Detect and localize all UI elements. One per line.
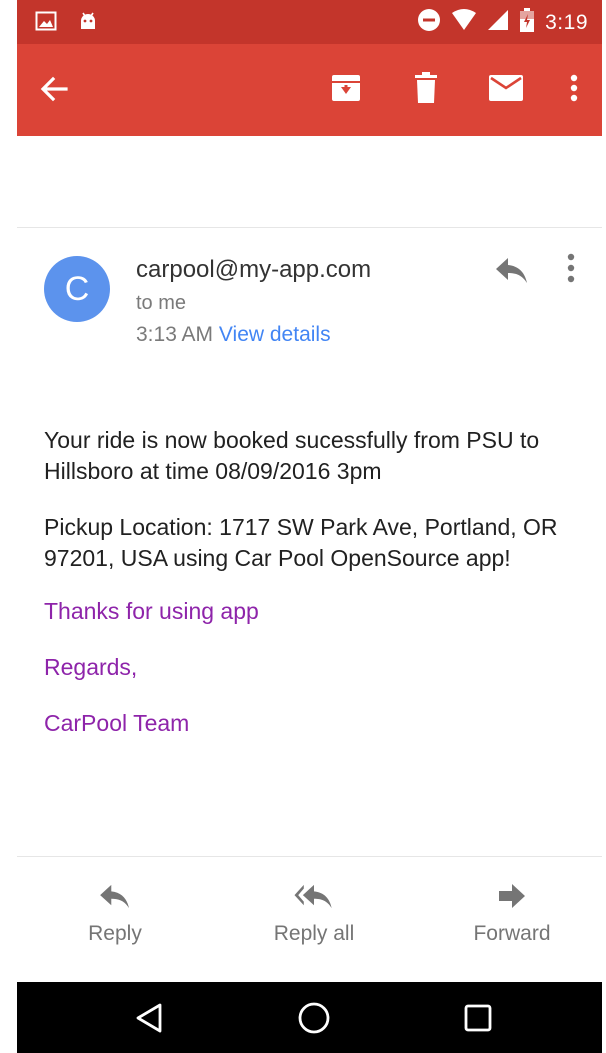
nav-recents-icon bbox=[463, 1003, 493, 1038]
reply-all-label: Reply all bbox=[273, 922, 355, 945]
delete-button[interactable] bbox=[386, 71, 466, 109]
recipient-label: to me bbox=[136, 292, 187, 314]
reply-all-button[interactable]: Reply all bbox=[224, 880, 404, 946]
status-time: 3:19 bbox=[545, 10, 588, 34]
nav-back-icon bbox=[134, 1002, 164, 1039]
nav-recents-button[interactable] bbox=[458, 1000, 498, 1040]
archive-button[interactable] bbox=[306, 72, 386, 108]
signal-icon bbox=[487, 9, 509, 36]
view-details-link[interactable]: View details bbox=[219, 323, 331, 346]
body-paragraph: Pickup Location: 1717 SW Park Ave, Portl… bbox=[44, 514, 558, 571]
more-options-button[interactable] bbox=[546, 72, 602, 108]
divider bbox=[17, 227, 602, 228]
back-button[interactable] bbox=[39, 74, 69, 109]
status-bar: 3:19 bbox=[17, 0, 602, 44]
timestamp-text: 3:13 AM bbox=[136, 323, 214, 346]
reply-icon bbox=[495, 258, 529, 288]
reply-all-icon bbox=[293, 883, 335, 915]
divider bbox=[17, 856, 602, 857]
signature-line: Regards, bbox=[44, 654, 138, 680]
wifi-icon bbox=[451, 9, 477, 36]
forward-label: Forward bbox=[473, 922, 551, 945]
battery-icon bbox=[519, 8, 535, 37]
more-vert-icon bbox=[570, 74, 578, 107]
forward-button[interactable]: Forward bbox=[422, 880, 602, 946]
nav-home-icon bbox=[297, 1001, 331, 1040]
delete-icon bbox=[413, 71, 439, 109]
navigation-bar bbox=[17, 982, 602, 1053]
signature-line: CarPool Team bbox=[44, 710, 190, 736]
reply-label: Reply bbox=[88, 922, 142, 945]
android-icon bbox=[77, 10, 99, 37]
image-icon bbox=[35, 10, 57, 37]
reply-button[interactable]: Reply bbox=[25, 880, 205, 946]
avatar[interactable]: C bbox=[44, 256, 110, 322]
reply-icon bbox=[99, 883, 131, 915]
body-paragraph: Your ride is now booked sucessfully from… bbox=[44, 427, 540, 484]
nav-back-button[interactable] bbox=[129, 1000, 169, 1040]
forward-icon bbox=[498, 883, 526, 915]
more-vert-icon bbox=[567, 253, 575, 287]
header-reply-button[interactable] bbox=[495, 256, 529, 289]
phone-screen: 3:19 C carpool@my-app.com to me 3:13 AM … bbox=[17, 0, 602, 1053]
email-timestamp: 3:13 AM View details bbox=[136, 323, 331, 347]
sender-email: carpool@my-app.com bbox=[136, 256, 372, 283]
mark-unread-button[interactable] bbox=[466, 72, 546, 108]
header-more-button[interactable] bbox=[567, 253, 575, 288]
signature-line: Thanks for using app bbox=[44, 598, 259, 624]
archive-icon bbox=[330, 72, 362, 109]
back-arrow-icon bbox=[39, 76, 69, 108]
avatar-letter: C bbox=[64, 269, 90, 308]
do-not-disturb-icon bbox=[417, 8, 441, 37]
nav-home-button[interactable] bbox=[294, 1000, 334, 1040]
app-bar bbox=[17, 44, 602, 136]
mail-icon bbox=[488, 74, 524, 107]
